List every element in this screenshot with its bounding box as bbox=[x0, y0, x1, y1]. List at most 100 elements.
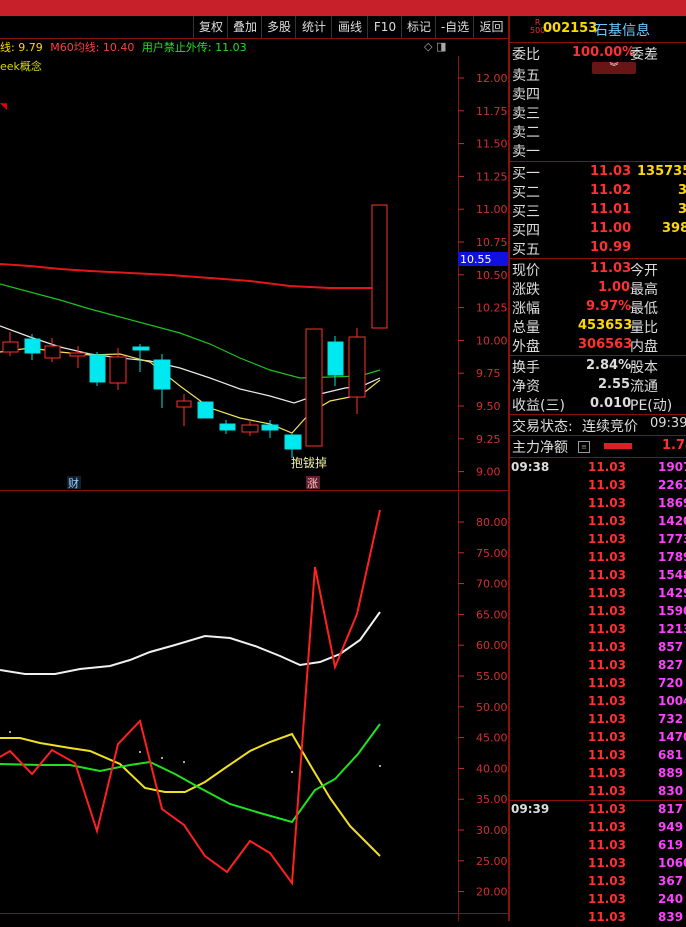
tick-price: 11.03 bbox=[588, 766, 626, 780]
buy2-price: 11.02 bbox=[590, 183, 632, 198]
cai-marker[interactable]: 财 bbox=[68, 476, 79, 490]
tick-price: 11.03 bbox=[588, 478, 626, 492]
price-tick-label: 11.50 bbox=[476, 138, 508, 151]
price-tick-label: 11.25 bbox=[476, 170, 508, 183]
change-value: 1.00 bbox=[598, 280, 631, 295]
volume-ratio-label: 量比 bbox=[630, 320, 658, 336]
tick-row: 11.03 367 bbox=[510, 873, 686, 891]
tick-volume: 827 bbox=[658, 658, 684, 672]
tick-row: 11.03 1213 bbox=[510, 621, 686, 639]
osc-green-line bbox=[0, 723, 381, 824]
osc-tick-label: 60.00 bbox=[476, 639, 508, 652]
buy4-label: 买四 bbox=[512, 223, 540, 239]
buy2-row[interactable]: 买二 11.02 3 bbox=[510, 182, 686, 201]
net-asset-label: 净资 bbox=[512, 379, 540, 395]
tick-volume: 720 bbox=[658, 676, 684, 690]
price-tick-label: 9.75 bbox=[476, 367, 501, 380]
tick-volume: 1548 bbox=[658, 568, 686, 582]
table-icon[interactable]: ≡ bbox=[578, 441, 590, 453]
tick-volume: 732 bbox=[658, 712, 684, 726]
buy5-label: 买五 bbox=[512, 242, 540, 258]
tick-row: 09:39 11.03 817 bbox=[510, 801, 686, 819]
tick-price: 11.03 bbox=[588, 784, 626, 798]
buy4-row[interactable]: 买四 11.00 398 bbox=[510, 220, 686, 239]
trade-status-time: 09:39 bbox=[650, 416, 686, 431]
tick-price: 11.03 bbox=[588, 586, 626, 600]
pe-label: PE(动) bbox=[630, 398, 673, 414]
quote-current-row: 现价 11.03 今开 bbox=[510, 260, 686, 279]
osc-tick-label: 65.00 bbox=[476, 608, 508, 621]
low-label: 最低 bbox=[630, 301, 658, 317]
tick-row: 11.03 1869 bbox=[510, 495, 686, 513]
tick-volume: 1213 bbox=[658, 622, 686, 636]
main-net-row[interactable]: 主力净额 ≡ 1.74 bbox=[510, 437, 686, 456]
tick-row: 11.03 1004 bbox=[510, 693, 686, 711]
weibi-label: 委比 bbox=[512, 47, 540, 63]
tick-row: 09:38 11.03 1907 bbox=[510, 459, 686, 477]
tick-volume: 1773 bbox=[658, 532, 686, 546]
stock-name[interactable]: 石基信息 bbox=[594, 20, 650, 40]
trade-status-row: 交易状态: 连续竞价 09:39 bbox=[510, 416, 686, 435]
tick-price: 11.03 bbox=[588, 550, 626, 564]
trade-status-value: 连续竞价 bbox=[582, 419, 638, 435]
sell4-row: 卖四 bbox=[510, 84, 686, 103]
sell5-label: 卖五 bbox=[512, 68, 540, 84]
buy2-label: 买二 bbox=[512, 185, 540, 201]
buy4-volume: 398 bbox=[662, 221, 686, 236]
weibi-row: 委比 100.00% 委差 bbox=[510, 44, 686, 63]
price-tick-label: 12.00 bbox=[476, 72, 508, 85]
weibi-value: 100.00% bbox=[572, 45, 636, 60]
candles bbox=[2, 204, 388, 458]
outer-value: 306563 bbox=[578, 337, 633, 352]
outer-label: 外盘 bbox=[512, 339, 540, 355]
tick-row: 11.03 2261 bbox=[510, 477, 686, 495]
tick-price: 11.03 bbox=[588, 676, 626, 690]
tick-volume: 1590 bbox=[658, 604, 686, 618]
tick-time: 09:38 bbox=[511, 460, 550, 474]
buy5-row[interactable]: 买五 10.99 bbox=[510, 239, 686, 258]
turnover-row: 换手 2.84% 股本 bbox=[510, 357, 686, 376]
zhang-marker[interactable]: 涨 bbox=[307, 477, 318, 490]
buy1-row[interactable]: 买一 11.03 135735 bbox=[510, 163, 686, 182]
tick-volume: 857 bbox=[658, 640, 684, 654]
tick-price: 11.03 bbox=[588, 712, 626, 726]
sell1-label: 卖一 bbox=[512, 144, 540, 160]
kline-chart[interactable]: 12.00 11.75 11.50 11.25 11.00 10.75 10.50 10.25… bbox=[0, 16, 509, 921]
tick-row: 11.03 732 bbox=[510, 711, 686, 729]
top-title-bar bbox=[0, 0, 686, 16]
tick-row: 11.03 1590 bbox=[510, 603, 686, 621]
price-tick-label: 9.00 bbox=[476, 466, 501, 479]
osc-dots bbox=[9, 731, 381, 773]
quote-change-row: 涨跌 1.00 最高 bbox=[510, 279, 686, 298]
buy1-volume: 135735 bbox=[637, 164, 686, 179]
net-asset-row: 净资 2.55 流通 bbox=[510, 376, 686, 395]
tick-price: 11.03 bbox=[588, 640, 626, 654]
tick-volume: 1470 bbox=[658, 730, 686, 744]
price-tick-label: 10.50 bbox=[476, 269, 508, 282]
sell5-row: 卖五 bbox=[510, 65, 686, 84]
tick-price: 11.03 bbox=[588, 730, 626, 744]
tick-price: 11.03 bbox=[588, 658, 626, 672]
price-tick-label: 11.00 bbox=[476, 203, 508, 216]
osc-red-line bbox=[0, 509, 381, 886]
tick-row: 11.03 619 bbox=[510, 837, 686, 855]
buy2-volume: 3 bbox=[678, 183, 686, 198]
tick-volume: 2261 bbox=[658, 478, 686, 492]
osc-tick-label: 25.00 bbox=[476, 855, 508, 868]
tick-price: 11.03 bbox=[588, 874, 626, 888]
quote-panel: R 500 002153 石基信息 委比 100.00% 委差 ︾ 卖五 卖四 卖… bbox=[509, 16, 686, 924]
eps-value: 0.010 bbox=[590, 396, 632, 411]
main-net-label: 主力净额 bbox=[512, 440, 568, 456]
tick-price: 11.03 bbox=[588, 802, 626, 816]
change-pct-label: 涨幅 bbox=[512, 301, 540, 317]
buy3-price: 11.01 bbox=[590, 202, 632, 217]
osc-tick-label: 80.00 bbox=[476, 516, 508, 529]
turnover-value: 2.84% bbox=[586, 358, 632, 373]
buy3-row[interactable]: 买三 11.01 3 bbox=[510, 201, 686, 220]
tick-volume: 1429 bbox=[658, 586, 686, 600]
buy3-volume: 3 bbox=[678, 202, 686, 217]
osc-tick-label: 35.00 bbox=[476, 793, 508, 806]
quote-volume-row: 总量 453653 量比 bbox=[510, 317, 686, 336]
volume-value: 453653 bbox=[578, 318, 633, 333]
sell4-label: 卖四 bbox=[512, 87, 540, 103]
